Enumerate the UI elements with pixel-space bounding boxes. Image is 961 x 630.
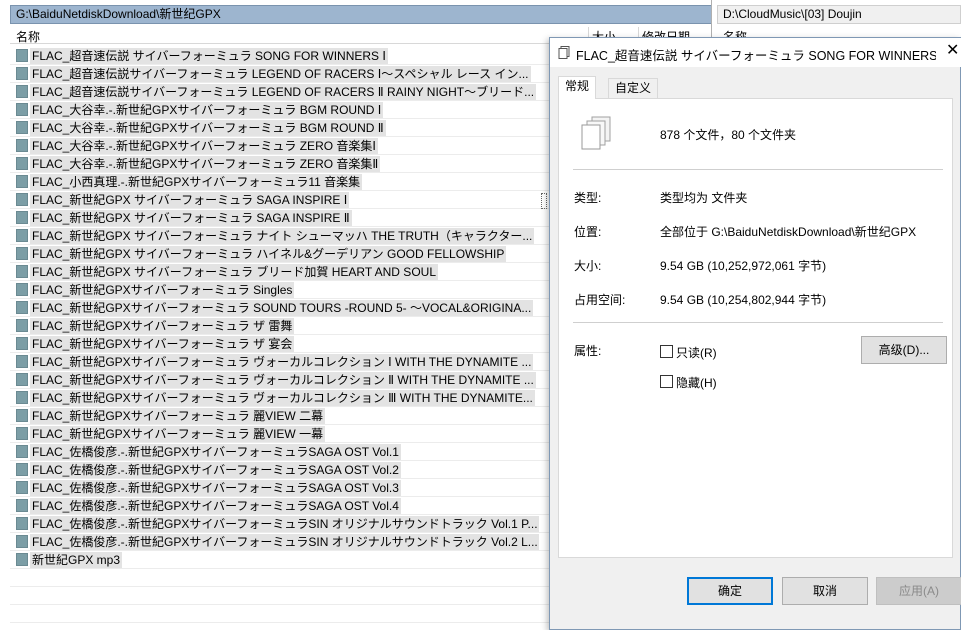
hidden-label[interactable]: 隐藏(H) [676,374,717,391]
cancel-button[interactable]: 取消 [782,577,868,605]
tab-general[interactable]: 常规 [558,76,597,99]
readonly-checkbox[interactable] [660,345,673,358]
focus-marker [541,193,547,209]
file-name: FLAC_新世紀GPX サイバーフォーミュラ SAGA INSPIRE Ⅱ [30,210,352,226]
hidden-checkbox[interactable] [660,375,673,388]
apply-button[interactable]: 应用(A) [876,577,961,605]
type-value: 类型均为 文件夹 [660,191,748,205]
file-name: FLAC_佐橋俊彦.-.新世紀GPXサイバーフォーミュラSAGA OST Vol… [30,462,401,478]
folder-icon [16,463,28,476]
file-name: FLAC_新世紀GPXサイバーフォーミュラ 麗VIEW 二幕 [30,408,326,424]
file-name: FLAC_超音速伝説 サイバーフォーミュラ SONG FOR WINNERS Ⅰ [30,48,388,64]
folder-icon [16,445,28,458]
advanced-button[interactable]: 高级(D)... [861,336,947,364]
folder-icon [16,103,28,116]
folder-icon [16,373,28,386]
file-name: FLAC_新世紀GPXサイバーフォーミュラ 麗VIEW 一幕 [30,426,326,442]
folder-icon [16,175,28,188]
type-label: 类型: [574,191,602,205]
folder-icon [16,139,28,152]
general-panel: 878 个文件，80 个文件夹 类型: 类型均为 文件夹 位置: 全部位于 G:… [558,98,953,558]
folder-icon [16,229,28,242]
file-name: FLAC_佐橋俊彦.-.新世紀GPXサイバーフォーミュラSAGA OST Vol… [30,498,401,514]
folder-icon [16,553,28,566]
attributes-label: 属性: [574,344,602,358]
file-name: FLAC_新世紀GPX サイバーフォーミュラ ナイト シューマッハ THE TR… [30,228,535,244]
folder-icon [16,301,28,314]
ok-button[interactable]: 确定 [687,577,773,605]
location-label: 位置: [574,225,602,239]
file-name: FLAC_新世紀GPX サイバーフォーミュラ SAGA INSPIRE Ⅰ [30,192,350,208]
size-value: 9.54 GB (10,252,972,061 字节) [660,259,827,273]
folder-icon [16,49,28,62]
folder-icon [16,67,28,80]
file-name: FLAC_小西真理.-.新世紀GPXサイバーフォーミュラ11 音楽集 [30,174,363,190]
folder-icon [16,157,28,170]
folder-icon [16,391,28,404]
folder-icon [16,211,28,224]
folder-icon [16,355,28,368]
column-name-header[interactable]: 名称 [16,28,40,45]
files-icon [558,46,570,59]
folder-icon [16,535,28,548]
tab-custom[interactable]: 自定义 [608,78,659,98]
disk-size-value: 9.54 GB (10,254,802,944 字节) [660,293,827,307]
close-icon[interactable]: ✕ [946,43,959,59]
file-name: FLAC_超音速伝説サイバーフォーミュラ LEGEND OF RACERS Ⅱ … [30,84,537,100]
folder-icon [16,481,28,494]
disk-size-label: 占用空间: [574,293,626,307]
file-name: FLAC_新世紀GPXサイバーフォーミュラ ヴォーカルコレクション Ⅲ WITH… [30,390,535,406]
folder-icon [16,319,28,332]
file-name: FLAC_大谷幸.-.新世紀GPXサイバーフォーミュラ ZERO 音楽集Ⅰ [30,138,378,154]
folder-icon [16,499,28,512]
file-name: FLAC_新世紀GPX サイバーフォーミュラ ハイネル&グーデリアン GOOD … [30,246,507,262]
properties-dialog: FLAC_超音速伝説 サイバーフォーミュラ SONG FOR WINNERS .… [549,37,961,630]
file-name: FLAC_新世紀GPXサイバーフォーミュラ ザ 宴会 [30,336,295,352]
dialog-titlebar[interactable]: FLAC_超音速伝説 サイバーフォーミュラ SONG FOR WINNERS .… [550,38,961,67]
folder-icon [16,409,28,422]
multiple-files-icon [581,116,611,150]
location-value: 全部位于 G:\BaiduNetdiskDownload\新世纪GPX [660,225,917,239]
left-path-bar[interactable]: G:\BaiduNetdiskDownload\新世纪GPX [10,5,712,24]
folder-icon [16,121,28,134]
folder-icon [16,265,28,278]
folder-icon [16,85,28,98]
folder-icon [16,517,28,530]
file-name: FLAC_超音速伝説サイバーフォーミュラ LEGEND OF RACERS Ⅰ～… [30,66,531,82]
file-name: 新世紀GPX mp3 [30,552,123,568]
item-count: 878 个文件，80 个文件夹 [660,128,797,142]
file-name: FLAC_新世紀GPXサイバーフォーミュラ SOUND TOURS -ROUND… [30,300,534,316]
divider [573,169,943,170]
file-name: FLAC_大谷幸.-.新世紀GPXサイバーフォーミュラ ZERO 音楽集Ⅱ [30,156,381,172]
dialog-title: FLAC_超音速伝説 サイバーフォーミュラ SONG FOR WINNERS .… [576,49,936,63]
file-name: FLAC_新世紀GPXサイバーフォーミュラ ヴォーカルコレクション Ⅰ WITH… [30,354,534,370]
file-name: FLAC_新世紀GPXサイバーフォーミュラ ヴォーカルコレクション Ⅱ WITH… [30,372,536,388]
file-name: FLAC_佐橋俊彦.-.新世紀GPXサイバーフォーミュラSIN オリジナルサウン… [30,534,539,550]
file-name: FLAC_佐橋俊彦.-.新世紀GPXサイバーフォーミュラSAGA OST Vol… [30,444,401,460]
file-name: FLAC_佐橋俊彦.-.新世紀GPXサイバーフォーミュラSAGA OST Vol… [30,480,401,496]
divider [573,322,943,323]
file-name: FLAC_新世紀GPXサイバーフォーミュラ Singles [30,282,295,298]
folder-icon [16,283,28,296]
folder-icon [16,337,28,350]
right-path-bar[interactable]: D:\CloudMusic\[03] Doujin [717,5,961,24]
file-name: FLAC_大谷幸.-.新世紀GPXサイバーフォーミュラ BGM ROUND Ⅰ [30,102,384,118]
file-name: FLAC_新世紀GPXサイバーフォーミュラ ザ 雷舞 [30,318,295,334]
folder-icon [16,247,28,260]
readonly-label[interactable]: 只读(R) [676,344,717,361]
size-label: 大小: [574,259,602,273]
file-name: FLAC_新世紀GPX サイバーフォーミュラ ブリード加賀 HEART AND … [30,264,438,280]
file-name: FLAC_大谷幸.-.新世紀GPXサイバーフォーミュラ BGM ROUND Ⅱ [30,120,386,136]
folder-icon [16,427,28,440]
file-name: FLAC_佐橋俊彦.-.新世紀GPXサイバーフォーミュラSIN オリジナルサウン… [30,516,539,532]
folder-icon [16,193,28,206]
